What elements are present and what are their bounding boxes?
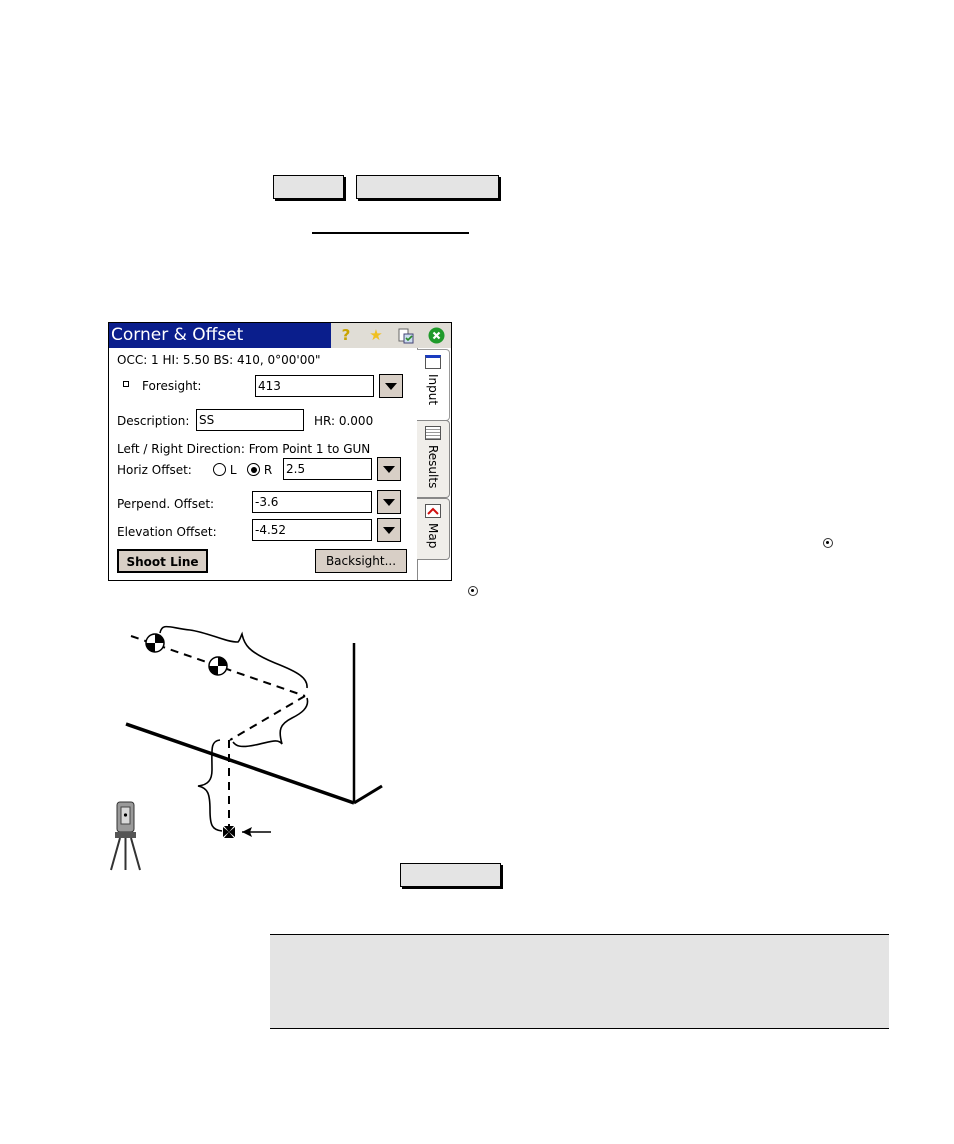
radio-left-circle[interactable] [213, 463, 226, 476]
elevation-offset-input[interactable]: -4.52 [252, 519, 372, 541]
radio-indicator-icon [823, 538, 833, 548]
side-tabs: Input Results Map [417, 348, 451, 580]
hr-value: HR: 0.000 [314, 414, 374, 428]
callout-box-button [400, 863, 501, 887]
title-bar: Corner & Offset ? ★ [109, 323, 451, 348]
radio-left[interactable]: L [213, 463, 237, 477]
wall-return [353, 784, 383, 805]
target-point-1 [145, 633, 165, 653]
map-icon [425, 504, 441, 518]
corner-point-marker [223, 826, 235, 838]
radio-right[interactable]: R [247, 463, 272, 477]
tab-results-label: Results [426, 445, 440, 489]
station-status: OCC: 1 HI: 5.50 BS: 410, 0°00'00" [117, 353, 321, 367]
help-icon[interactable]: ? [337, 326, 355, 345]
perpend-offset-dropdown-button[interactable] [377, 490, 401, 514]
elevation-offset-label: Elevation Offset: [117, 525, 217, 539]
total-station-icon [110, 801, 141, 871]
foresight-label: Foresight: [142, 379, 202, 393]
note-panel [270, 934, 889, 1029]
perpend-offset-label: Perpend. Offset: [117, 497, 215, 511]
foresight-dropdown-button[interactable] [379, 374, 403, 398]
description-label: Description: [117, 414, 190, 428]
corner-offset-diagram [110, 625, 383, 871]
foresight-bullet-icon [123, 381, 129, 387]
shoot-line-button[interactable]: Shoot Line [117, 549, 208, 573]
horiz-offset-input[interactable]: 2.5 [283, 458, 372, 480]
brace-perpendicular [232, 697, 309, 748]
results-report-icon [425, 426, 441, 440]
radio-left-label: L [229, 463, 237, 477]
description-input[interactable]: SS [196, 409, 304, 431]
tab-results[interactable]: Results [417, 420, 450, 498]
horiz-offset-label: Horiz Offset: [117, 463, 192, 477]
callout-box-small [273, 175, 344, 199]
tab-map-label: Map [426, 523, 440, 549]
radio-right-label: R [263, 463, 273, 477]
tab-input-label: Input [426, 374, 440, 406]
input-panel: OCC: 1 HI: 5.50 BS: 410, 0°00'00" Foresi… [109, 348, 420, 580]
task-checklist-icon[interactable] [397, 327, 415, 345]
perpend-offset-input[interactable]: -3.6 [252, 491, 372, 513]
title-icons: ? ★ [331, 323, 451, 348]
close-icon[interactable] [427, 327, 445, 345]
wall-line [125, 722, 355, 805]
brace-horizontal [159, 625, 308, 689]
radio-right-circle[interactable] [247, 463, 260, 476]
pointer-arrow [242, 827, 271, 837]
dialog-title: Corner & Offset [111, 325, 244, 345]
input-form-icon [425, 355, 441, 369]
radio-indicator-icon [468, 586, 478, 596]
favorites-star-icon[interactable]: ★ [367, 326, 385, 345]
direction-note: Left / Right Direction: From Point 1 to … [117, 442, 371, 456]
corner-offset-dialog: Corner & Offset ? ★ OCC: 1 HI: 5.50 BS: … [108, 322, 452, 581]
horiz-offset-dropdown-button[interactable] [377, 457, 401, 481]
underline-rule [312, 232, 469, 234]
target-point-2 [208, 656, 228, 676]
tab-input[interactable]: Input [417, 349, 450, 421]
foresight-input[interactable]: 413 [255, 375, 374, 397]
backsight-button[interactable]: Backsight... [315, 549, 407, 573]
elevation-offset-dropdown-button[interactable] [377, 518, 401, 542]
callout-box-wide [356, 175, 499, 199]
tab-map[interactable]: Map [417, 498, 450, 560]
